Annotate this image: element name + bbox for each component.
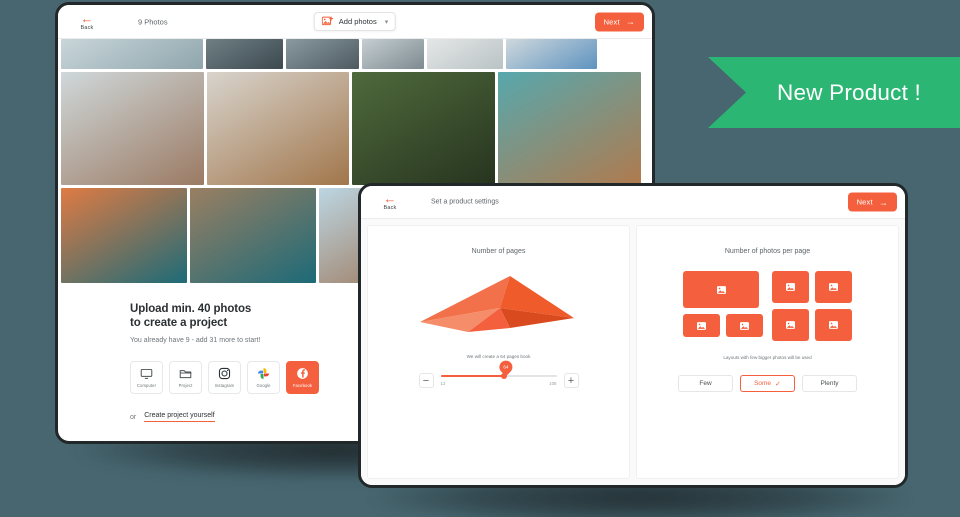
number-of-pages-panel: Number of pages We will create a 64 page… (367, 225, 630, 479)
next-button[interactable]: Next → (594, 12, 644, 31)
arrow-right-icon: → (625, 16, 635, 27)
photo-thumbnail[interactable] (206, 39, 283, 69)
slider-track[interactable]: 64 (440, 357, 557, 379)
settings-title: Set a product settings (431, 198, 499, 206)
layout-cell-row (772, 271, 852, 303)
layout-left-page (683, 271, 763, 341)
add-photos-button[interactable]: Add photos ▾ (313, 12, 397, 31)
create-project-link[interactable]: Create project yourself (144, 412, 215, 422)
upload-source-label: Computer (136, 383, 157, 388)
decrease-pages-button[interactable]: − (418, 373, 434, 388)
back-button-label: Back (383, 205, 397, 211)
back-button[interactable]: ← Back (64, 10, 110, 31)
next-button-label: Next (603, 17, 620, 26)
upload-source-label: Google (256, 383, 271, 388)
photo-density-selector: Few Some ✓ Plenty (637, 375, 898, 392)
arrow-left-icon: ← (80, 10, 94, 26)
pages-note: We will create a 64 pages book (466, 354, 531, 359)
screenshot-stage: ← Back 9 Photos Add photos ▾ Next → Uplo… (0, 0, 960, 517)
slider-min-label: 12 (440, 381, 446, 387)
back-button-label: Back (80, 24, 94, 31)
paper-plane-icon (368, 257, 629, 352)
photo-cell-medium (772, 309, 809, 341)
arrow-right-icon: → (878, 197, 888, 207)
photo-cell-medium (815, 271, 852, 303)
upload-source-label: Instagram (214, 383, 235, 388)
layout-cell-row (772, 309, 852, 341)
upload-source-google[interactable]: Google (247, 361, 280, 394)
photo-thumbnail[interactable] (61, 188, 187, 283)
density-option-label: Some (754, 380, 772, 387)
photo-thumbnail[interactable] (498, 72, 641, 185)
photo-cell-medium (772, 271, 809, 303)
next-button-label: Next (856, 197, 873, 207)
pages-slider[interactable]: 64 12 108 (440, 357, 557, 386)
new-product-label: New Product ! (777, 79, 921, 105)
photo-grid-row (61, 72, 649, 185)
back-button[interactable]: ← Back (367, 191, 413, 211)
layout-preview (637, 271, 898, 341)
upload-source-computer[interactable]: Computer (130, 361, 163, 394)
layout-note: Layouts with few bigger photos will be u… (723, 355, 812, 360)
upload-source-instagram[interactable]: Instagram (208, 361, 241, 394)
pages-slider-row: − 64 12 108 + (368, 357, 629, 388)
slider-fill (440, 374, 505, 378)
folder-icon (179, 367, 192, 380)
slider-value-bubble: 64 (497, 357, 516, 377)
monitor-icon (140, 367, 153, 380)
photo-thumbnail[interactable] (61, 72, 204, 185)
photo-cell-large (683, 271, 759, 308)
slider-ticks: 12 108 (441, 381, 557, 386)
photo-grid-row (61, 39, 649, 69)
add-photos-label: Add photos (338, 17, 377, 26)
upload-source-label: Facebook (292, 383, 313, 388)
arrow-left-icon: ← (383, 191, 397, 206)
photo-thumbnail[interactable] (190, 188, 316, 283)
new-product-ribbon: New Product ! (708, 57, 960, 128)
photos-panel-title: Number of photos per page (724, 248, 811, 255)
settings-body: Number of pages We will create a 64 page… (361, 219, 905, 485)
photos-window-topbar: ← Back 9 Photos Add photos ▾ Next → (58, 5, 652, 39)
settings-window-topbar: ← Back Set a product settings Next → (361, 186, 905, 219)
photo-thumbnail[interactable] (352, 72, 495, 185)
density-option-label: Few (699, 380, 712, 387)
facebook-icon (296, 367, 309, 380)
increase-pages-button[interactable]: + (563, 373, 579, 388)
slider-max-label: 108 (549, 381, 557, 387)
photo-thumbnail[interactable] (506, 39, 597, 69)
chevron-down-icon: ▾ (384, 18, 389, 26)
pages-panel-title: Number of pages (471, 248, 526, 255)
photo-thumbnail[interactable] (61, 39, 203, 69)
next-button[interactable]: Next → (847, 192, 897, 212)
image-plus-icon (321, 16, 334, 27)
photo-thumbnail[interactable] (207, 72, 349, 185)
layout-cell-row (683, 314, 763, 337)
photo-cell-small (726, 314, 763, 337)
slider-value-label: 64 (503, 364, 509, 370)
photo-thumbnail[interactable] (362, 39, 424, 69)
photo-cell-small (683, 314, 720, 337)
density-option-few[interactable]: Few (678, 375, 733, 392)
photo-cell-medium (815, 309, 852, 341)
upload-source-label: Project (178, 383, 193, 388)
layout-right-page (772, 271, 852, 341)
photo-thumbnail[interactable] (427, 39, 503, 69)
photo-count-label: 9 Photos (138, 17, 168, 26)
photo-thumbnail[interactable] (286, 39, 359, 69)
or-label: or (130, 413, 137, 421)
check-icon: ✓ (775, 380, 781, 388)
google-photos-icon (257, 367, 270, 380)
density-option-plenty[interactable]: Plenty (802, 375, 857, 392)
instagram-icon (218, 367, 231, 380)
upload-source-project[interactable]: Project (169, 361, 202, 394)
density-option-label: Plenty (820, 380, 839, 387)
settings-window: ← Back Set a product settings Next → Num… (358, 183, 908, 488)
photos-per-page-panel: Number of photos per page Layouts with f… (636, 225, 899, 479)
density-option-some[interactable]: Some ✓ (740, 375, 795, 392)
upload-source-facebook[interactable]: Facebook (286, 361, 319, 394)
